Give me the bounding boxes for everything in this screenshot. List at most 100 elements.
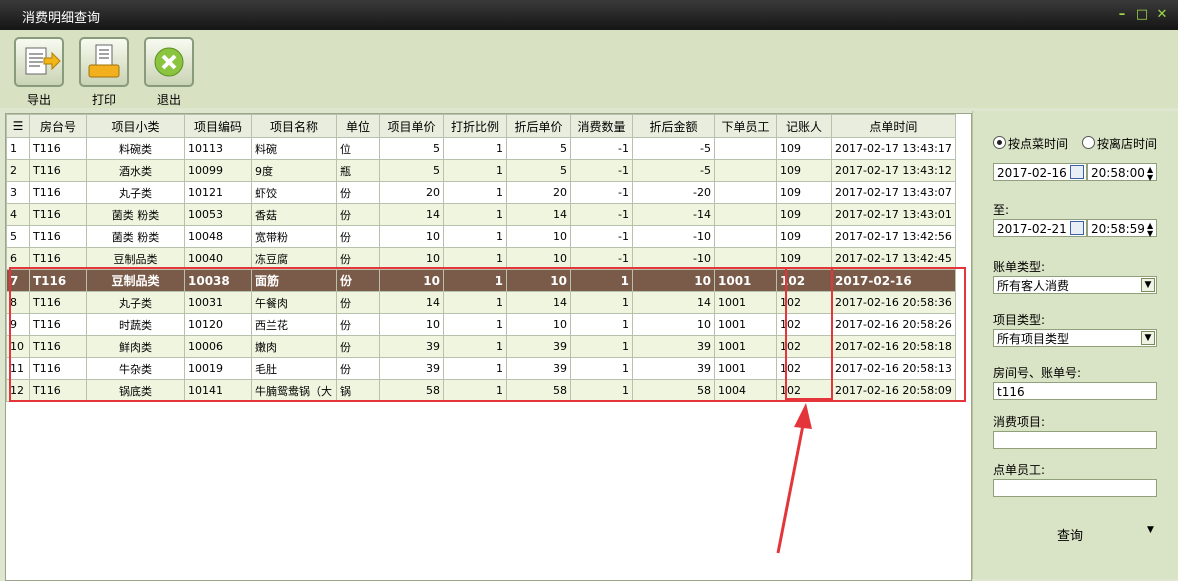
col-subcategory[interactable]: 项目小类 <box>86 114 185 138</box>
item-label: 消费项目: <box>993 415 1046 429</box>
cell-bookkeeper: 109 <box>776 137 832 160</box>
table-row[interactable]: 3 T116 丸子类 10121 虾饺份 20 1 20 -1 -20 109 2017-02-17 … <box>6 181 956 204</box>
table-row[interactable]: 5 T116 菌类 粉类 10048 宽带粉份 10 1 10 -1 -10 109 2017-02-… <box>6 225 956 248</box>
cell-row-number: 3 <box>6 181 30 204</box>
row-selector-icon[interactable]: ☰ <box>6 114 30 138</box>
highlight-bookkeeper-box <box>785 267 833 400</box>
calendar-icon[interactable] <box>1070 165 1084 179</box>
cell-item-code: 10099 <box>184 159 252 182</box>
cell-row-number: 4 <box>6 203 30 226</box>
chevron-down-icon[interactable]: ▼ <box>1141 278 1155 292</box>
cell-order-time: 2017-02-17 13:43:17 <box>831 137 956 160</box>
staff-input[interactable] <box>993 479 1157 497</box>
col-unit[interactable]: 单位 <box>336 114 380 138</box>
cell-discounted-price: 5 <box>506 137 571 160</box>
staff-label: 点单员工: <box>993 463 1046 477</box>
radio-leave-time[interactable]: 按离店时间 <box>1082 135 1157 152</box>
end-time-spinner-icon[interactable]: ▲ ▼ <box>1147 222 1153 238</box>
col-room[interactable]: 房台号 <box>29 114 87 138</box>
radio-order-time[interactable]: 按点菜时间 <box>993 135 1068 152</box>
query-button[interactable]: 查询 <box>1057 525 1083 544</box>
cell-item-code: 10113 <box>184 137 252 160</box>
cell-order-staff <box>714 225 777 248</box>
col-quantity[interactable]: 消费数量 <box>570 114 633 138</box>
room-label: 房间号、账单号: <box>993 366 1082 380</box>
print-label: 打印 <box>91 93 116 107</box>
cell-order-time: 2017-02-17 13:42:56 <box>831 225 956 248</box>
red-arrow-icon <box>776 403 812 554</box>
bill-type-label: 账单类型: <box>993 260 1046 274</box>
cell-quantity: -1 <box>570 137 633 160</box>
table-row[interactable]: 2 T116 酒水类 10099 9度瓶 5 1 5 -1 -5 109 2017-02-17 13:… <box>6 159 956 182</box>
cell-discount-rate: 1 <box>443 159 507 182</box>
exit-label: 退出 <box>156 93 181 107</box>
table-header-row: ☰ 房台号 项目小类 项目编码 项目名称 单位 项目单价 打折比例 折后单价 消… <box>6 114 956 138</box>
cell-discount-rate: 1 <box>443 225 507 248</box>
chevron-down-icon[interactable]: ▼ <box>1141 331 1155 345</box>
cell-row-number: 5 <box>6 225 30 248</box>
cell-subcategory: 菌类 粉类 <box>86 203 185 226</box>
col-item-name[interactable]: 项目名称 <box>251 114 337 138</box>
filter-panel: 按点菜时间 按离店时间 2017-02-16 20:58:00 ▲ ▼ 至: 20… <box>972 111 1178 579</box>
to-label: 至: <box>993 203 1010 217</box>
cell-bookkeeper: 109 <box>776 225 832 248</box>
cell-discounted-price: 10 <box>506 225 571 248</box>
cell-unit: 份 <box>336 181 380 204</box>
cell-unit: 位 <box>336 137 380 160</box>
minimize-button[interactable]: – <box>1112 6 1132 24</box>
cell-quantity: -1 <box>570 159 633 182</box>
cell-bookkeeper: 109 <box>776 159 832 182</box>
col-discount-rate[interactable]: 打折比例 <box>443 114 507 138</box>
cell-row-number: 2 <box>6 159 30 182</box>
caret-down-icon[interactable]: ▼ <box>1147 525 1154 535</box>
print-button[interactable]: 打印 <box>78 37 130 108</box>
radio-checked-icon <box>993 136 1006 149</box>
radio-leave-time-label: 按离店时间 <box>1097 137 1158 151</box>
col-item-code[interactable]: 项目编码 <box>184 114 252 138</box>
col-order-time[interactable]: 点单时间 <box>831 114 956 138</box>
cell-order-staff <box>714 137 777 160</box>
cell-unit-price: 20 <box>379 181 444 204</box>
cell-order-staff <box>714 203 777 226</box>
item-type-select[interactable]: 所有项目类型 ▼ <box>993 329 1157 347</box>
export-icon <box>14 37 64 87</box>
start-time-spinner-icon[interactable]: ▲ ▼ <box>1147 166 1153 182</box>
cell-item-code: 10048 <box>184 225 252 248</box>
col-unit-price[interactable]: 项目单价 <box>379 114 444 138</box>
cell-bookkeeper: 109 <box>776 181 832 204</box>
toolbar: 导出 打印 退出 <box>0 30 1178 108</box>
cell-item-name: 香菇 <box>251 203 337 226</box>
item-type-value: 所有项目类型 <box>997 332 1070 346</box>
cell-quantity: -1 <box>570 203 633 226</box>
col-discounted-amount[interactable]: 折后金额 <box>632 114 715 138</box>
cell-room: T116 <box>29 225 87 248</box>
room-input[interactable]: t116 <box>993 382 1157 400</box>
table-row[interactable]: 4 T116 菌类 粉类 10053 香菇份 14 1 14 -1 -14 109 2017-02-1… <box>6 203 956 226</box>
maximize-button[interactable]: □ <box>1132 6 1152 24</box>
cell-room: T116 <box>29 159 87 182</box>
item-type-label: 项目类型: <box>993 313 1046 327</box>
item-input[interactable] <box>993 431 1157 449</box>
radio-order-time-label: 按点菜时间 <box>1008 137 1069 151</box>
table-row[interactable]: 1 T116 料碗类 10113 料碗位 5 1 5 -1 -5 109 2017-02-17 13:… <box>6 137 956 160</box>
col-order-staff[interactable]: 下单员工 <box>714 114 777 138</box>
export-button[interactable]: 导出 <box>13 37 65 108</box>
cell-discounted-amount: -5 <box>632 137 715 160</box>
cell-discounted-amount: -20 <box>632 181 715 204</box>
col-discounted-price[interactable]: 折后单价 <box>506 114 571 138</box>
cell-item-code: 10053 <box>184 203 252 226</box>
cell-subcategory: 酒水类 <box>86 159 185 182</box>
cell-discounted-amount: -14 <box>632 203 715 226</box>
printer-icon <box>79 37 129 87</box>
cell-discounted-amount: -10 <box>632 225 715 248</box>
calendar-icon[interactable] <box>1070 221 1084 235</box>
cell-unit: 瓶 <box>336 159 380 182</box>
col-bookkeeper[interactable]: 记账人 <box>776 114 832 138</box>
exit-button[interactable]: 退出 <box>143 37 195 108</box>
close-button[interactable]: ✕ <box>1152 6 1172 24</box>
cell-room: T116 <box>29 181 87 204</box>
cell-quantity: -1 <box>570 225 633 248</box>
bill-type-value: 所有客人消费 <box>997 279 1070 293</box>
cell-order-time: 2017-02-17 13:43:12 <box>831 159 956 182</box>
bill-type-select[interactable]: 所有客人消费 ▼ <box>993 276 1157 294</box>
